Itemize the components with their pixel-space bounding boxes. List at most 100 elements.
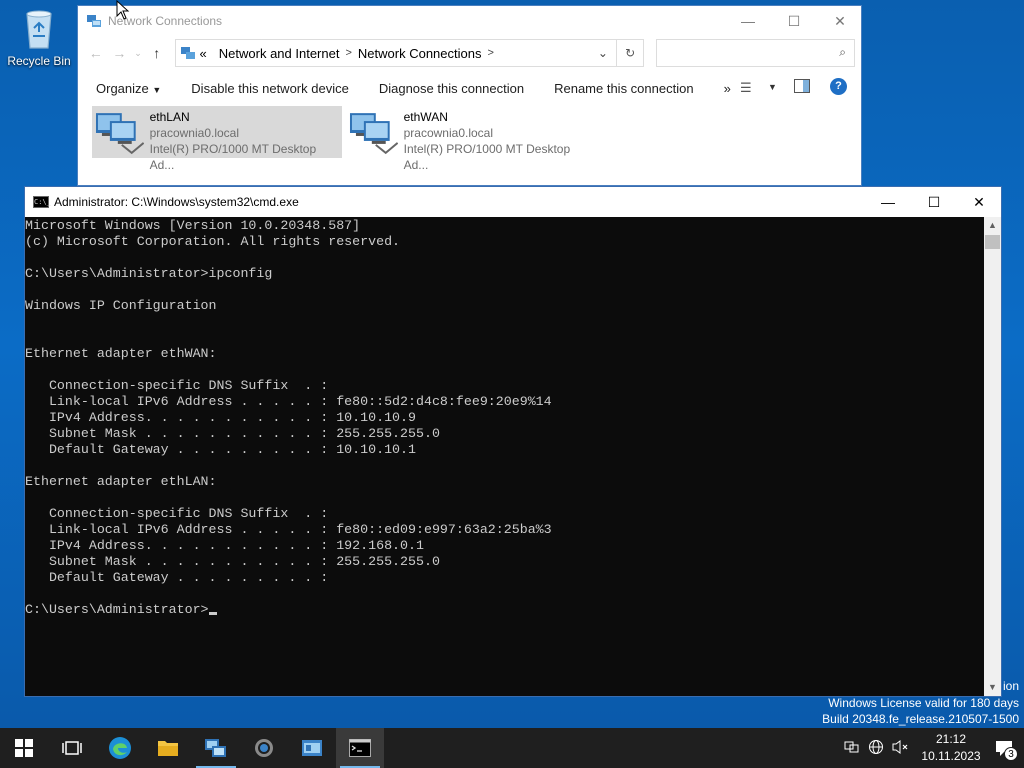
speaker-muted-icon	[892, 739, 908, 754]
chevron-down-icon: ⌄	[134, 47, 142, 58]
search-input[interactable]	[657, 40, 828, 66]
taskbar-network-connections[interactable]	[192, 728, 240, 768]
maximize-icon: ☐	[927, 193, 941, 210]
clock-time: 21:12	[935, 732, 967, 746]
caret-down-icon: ▼	[152, 84, 162, 95]
cmd-titlebar[interactable]: C:\_ Administrator: C:\Windows\system32\…	[25, 187, 1001, 217]
back-button[interactable]: ←	[84, 41, 108, 65]
diagnose-connection-button[interactable]: Diagnose this connection	[379, 81, 524, 96]
close-icon: ✕	[834, 12, 846, 29]
console-output-area[interactable]: Microsoft Windows [Version 10.0.20348.58…	[25, 217, 985, 696]
taskbar-command-prompt[interactable]	[336, 728, 384, 768]
system-tray: 21:12 10.11.2023 3	[840, 728, 1024, 768]
cmd-title: Administrator: C:\Windows\system32\cmd.e…	[54, 195, 299, 209]
breadcrumb-separator-icon[interactable]: >	[487, 47, 493, 59]
more-commands-button[interactable]: »	[724, 81, 731, 96]
arrow-left-icon: ←	[88, 45, 103, 61]
view-options-chevron-icon[interactable]: ▼	[768, 82, 777, 92]
cmd-minimize-button[interactable]: —	[865, 187, 911, 217]
breadcrumb-network-connections[interactable]: Network Connections	[358, 46, 482, 61]
rename-connection-button[interactable]: Rename this connection	[554, 81, 693, 96]
scroll-up-icon[interactable]: ▲	[984, 217, 1001, 234]
connections-list: ethLAN pracownia0.local Intel(R) PRO/100…	[78, 106, 861, 172]
minimize-icon: —	[881, 194, 895, 210]
network-connections-window: Network Connections — ☐ ✕ ← → ⌄ ↑ « Netw…	[77, 5, 862, 186]
taskbar-settings[interactable]	[240, 728, 288, 768]
up-button[interactable]: ↑	[145, 41, 169, 65]
taskbar-file-explorer[interactable]	[144, 728, 192, 768]
network-connections-app-icon	[87, 15, 101, 27]
ethernet-icon	[844, 741, 859, 752]
recycle-bin-icon	[26, 10, 52, 49]
console-scrollbar[interactable]: ▲ ▼	[984, 217, 1001, 696]
preview-pane-icon[interactable]	[794, 79, 810, 93]
explorer-titlebar[interactable]: Network Connections — ☐ ✕	[78, 6, 861, 36]
connection-name: ethLAN	[149, 110, 190, 124]
refresh-icon: ↻	[625, 46, 636, 60]
explorer-close-button[interactable]: ✕	[817, 6, 863, 36]
mouse-pointer-icon	[116, 0, 130, 20]
action-center-button[interactable]: 3	[984, 728, 1024, 768]
refresh-button[interactable]: ↻	[616, 39, 645, 67]
breadcrumb-overflow[interactable]: «	[200, 46, 207, 61]
forward-button[interactable]: →	[108, 41, 132, 65]
search-box[interactable]: ⌕	[656, 39, 856, 67]
watermark-build: Build 20348.fe_release.210507-1500	[822, 712, 1019, 726]
arrow-right-icon: →	[112, 45, 127, 61]
taskbar-edge[interactable]	[96, 728, 144, 768]
address-row: ← → ⌄ ↑ « Network and Internet > Network…	[78, 36, 861, 70]
organize-menu[interactable]: Organize ▼	[96, 81, 161, 96]
connection-item-ethlan[interactable]: ethLAN pracownia0.local Intel(R) PRO/100…	[92, 106, 342, 172]
scrollbar-thumb[interactable]	[985, 235, 1000, 249]
taskbar-clock[interactable]: 21:12 10.11.2023	[918, 731, 984, 765]
tray-network-status-icon[interactable]	[840, 740, 864, 757]
recycle-bin-label: Recycle Bin	[7, 54, 71, 68]
notification-count-badge: 3	[1004, 747, 1018, 761]
network-adapter-icon	[95, 113, 144, 155]
edge-browser-icon	[109, 737, 131, 759]
help-icon[interactable]: ?	[830, 78, 847, 95]
folder-icon	[158, 741, 178, 756]
start-button[interactable]	[0, 728, 48, 768]
connection-name: ethWAN	[403, 110, 448, 124]
gear-icon	[255, 739, 273, 757]
change-view-icon[interactable]: ☰	[740, 80, 752, 96]
tray-globe-icon[interactable]	[864, 739, 888, 758]
taskbar: 21:12 10.11.2023 3	[0, 728, 1024, 768]
taskbar-server-manager[interactable]	[288, 728, 336, 768]
connection-adapter: Intel(R) PRO/1000 MT Desktop Ad...	[149, 142, 317, 172]
task-view-button[interactable]	[48, 728, 96, 768]
address-bar[interactable]: « Network and Internet > Network Connect…	[174, 39, 617, 67]
breadcrumb-separator-icon[interactable]: >	[345, 47, 351, 59]
console-text: Microsoft Windows [Version 10.0.20348.58…	[25, 218, 552, 617]
connection-domain: pracownia0.local	[403, 126, 494, 140]
recycle-bin-desktop-icon[interactable]: Recycle Bin	[4, 6, 74, 76]
connection-item-ethwan[interactable]: ethWAN pracownia0.local Intel(R) PRO/100…	[346, 106, 596, 172]
network-adapter-icon	[349, 113, 398, 155]
address-history-dropdown-icon[interactable]: ⌄	[598, 46, 608, 60]
breadcrumb-network-and-internet[interactable]: Network and Internet	[219, 46, 340, 61]
close-icon: ✕	[973, 193, 985, 210]
connection-domain: pracownia0.local	[149, 126, 240, 140]
task-view-icon	[62, 741, 82, 755]
windows-logo-icon	[15, 739, 33, 757]
tray-volume-muted-icon[interactable]	[888, 739, 912, 758]
arrow-up-icon: ↑	[153, 45, 161, 61]
cmd-app-icon: C:\_	[33, 196, 51, 208]
server-manager-icon	[302, 740, 322, 756]
minimize-icon: —	[741, 13, 755, 29]
cmd-close-button[interactable]: ✕	[956, 187, 1002, 217]
clock-date: 10.11.2023	[921, 749, 981, 763]
cmd-window: C:\_ Administrator: C:\Windows\system32\…	[24, 186, 1002, 697]
scroll-down-icon[interactable]: ▼	[984, 679, 1001, 696]
recent-locations-button[interactable]: ⌄	[131, 41, 145, 65]
cmd-maximize-button[interactable]: ☐	[911, 187, 957, 217]
command-prompt-icon	[349, 739, 371, 757]
explorer-maximize-button[interactable]: ☐	[771, 6, 817, 36]
explorer-minimize-button[interactable]: —	[725, 6, 771, 36]
watermark-license: Windows License valid for 180 days	[828, 696, 1019, 710]
maximize-icon: ☐	[787, 12, 801, 29]
connection-adapter: Intel(R) PRO/1000 MT Desktop Ad...	[403, 142, 571, 172]
network-connections-icon	[205, 739, 226, 757]
disable-network-device-button[interactable]: Disable this network device	[191, 81, 349, 96]
